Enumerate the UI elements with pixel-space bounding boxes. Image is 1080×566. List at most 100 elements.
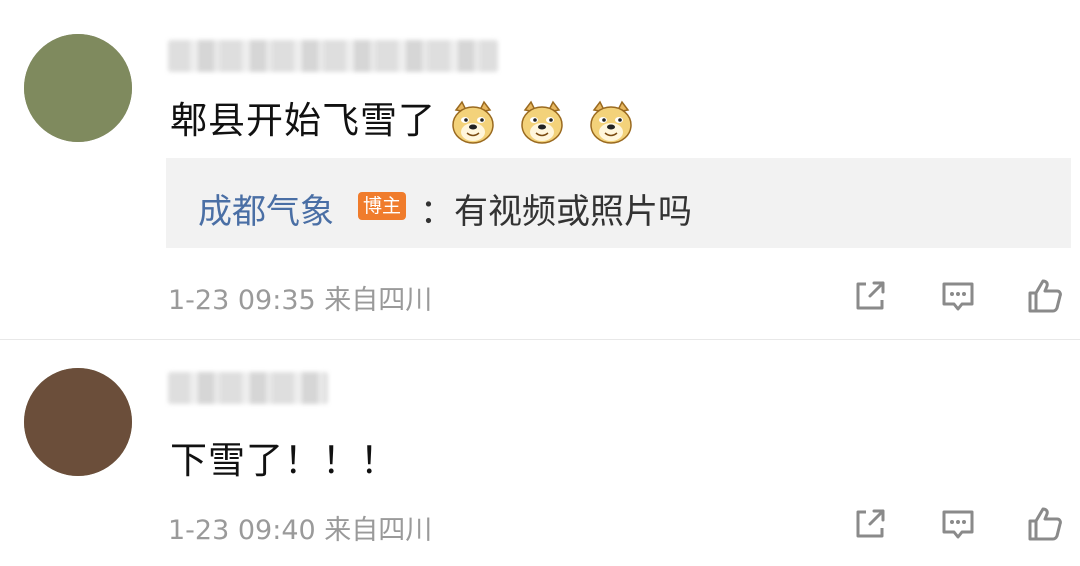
avatar-pixel [52,90,66,104]
reply-text: ：有视频或照片吗 [420,192,692,232]
thumbs-up-icon [1025,507,1065,548]
avatar-pixel [38,410,52,424]
doge-emoji-icon [588,100,634,146]
avatar-pixel [122,382,132,396]
avatar-pixel [66,76,80,90]
avatar-pixel [108,452,122,466]
avatar-pixel [52,466,66,476]
avatar-pixel [52,118,66,132]
avatar-pixel [52,438,66,452]
avatar[interactable] [24,368,132,476]
avatar-pixel [108,424,122,438]
reply-author[interactable]: 成都气象 [198,184,334,233]
avatar-pixel [94,90,108,104]
thumbs-up-icon [1025,279,1065,320]
avatar-pixel [122,48,132,62]
avatar-pixel [108,76,122,90]
reply-button[interactable] [938,276,978,316]
avatar-pixel [122,438,132,452]
avatar-pixel [94,118,108,132]
avatar-pixel [52,76,66,90]
avatar-pixel [108,368,122,382]
avatar-pixel [38,62,52,76]
avatar-pixel [94,396,108,410]
author-badge: 博主 [358,192,406,220]
avatar-pixel [66,90,80,104]
comment-item: ■■■■■ 下雪了！！！ 1-23 09:40 来自四川 [0,340,1080,566]
avatar-pixel [38,104,52,118]
avatar-pixel [66,132,80,142]
avatar-pixel [108,118,122,132]
comment-icon [938,510,978,548]
avatar-pixel [66,438,80,452]
avatar-pixel [108,466,122,476]
avatar-pixel [52,48,66,62]
avatar-pixel [66,34,80,48]
avatar-pixel [122,410,132,424]
comment-text: 下雪了！！！ [170,439,398,482]
avatar-pixel [24,466,38,476]
avatar-pixel [38,466,52,476]
avatar-pixel [80,76,94,90]
avatar-pixel [24,62,38,76]
avatar-pixel [94,48,108,62]
share-button[interactable] [850,276,890,316]
share-button[interactable] [850,504,890,544]
avatar-pixel [52,424,66,438]
username[interactable]: ■■ ■■■■■■■■■■ [168,40,498,72]
avatar-pixel [94,452,108,466]
avatar-pixel [80,104,94,118]
avatar-pixel [24,104,38,118]
avatar-pixel [108,48,122,62]
reply-button[interactable] [938,504,978,544]
avatar-pixel [38,34,52,48]
avatar-pixel [38,382,52,396]
comment-meta: 1-23 09:40 来自四川 [168,515,433,546]
avatar-pixel [38,396,52,410]
avatar-pixel [38,48,52,62]
avatar-pixel [52,382,66,396]
avatar[interactable] [24,34,132,142]
avatar-pixel [66,48,80,62]
avatar-pixel [122,34,132,48]
avatar-pixel [38,132,52,142]
avatar-pixel [108,90,122,104]
avatar-pixel [94,382,108,396]
like-button[interactable] [1025,504,1065,544]
avatar-pixel [80,62,94,76]
avatar-pixel [108,62,122,76]
avatar-pixel [122,62,132,76]
reply-preview[interactable]: 成都气象 博主 ：有视频或照片吗 [166,158,1071,248]
avatar-pixel [80,368,94,382]
avatar-pixel [66,466,80,476]
avatar-pixel [66,410,80,424]
like-button[interactable] [1025,276,1065,316]
avatar-pixel [52,410,66,424]
avatar-pixel [122,76,132,90]
doge-emoji-icon [519,100,565,146]
avatar-pixel [80,132,94,142]
username[interactable]: ■■■■■ [168,372,328,404]
comment-text-content: 郫县开始飞雪了 [170,99,436,142]
avatar-pixel [52,34,66,48]
share-icon [850,281,890,320]
avatar-pixel [38,90,52,104]
avatar-pixel [80,90,94,104]
avatar-pixel [94,466,108,476]
avatar-pixel [38,424,52,438]
avatar-pixel [66,382,80,396]
avatar-pixel [66,118,80,132]
avatar-pixel [52,104,66,118]
avatar-pixel [80,382,94,396]
doge-emoji-icon [450,100,496,146]
avatar-pixel [80,396,94,410]
avatar-pixel [108,104,122,118]
avatar-pixel [80,48,94,62]
avatar-pixel [122,90,132,104]
avatar-pixel [108,382,122,396]
avatar-pixel [80,118,94,132]
avatar-pixel [94,132,108,142]
avatar-pixel [24,76,38,90]
avatar-pixel [122,466,132,476]
avatar-pixel [66,62,80,76]
